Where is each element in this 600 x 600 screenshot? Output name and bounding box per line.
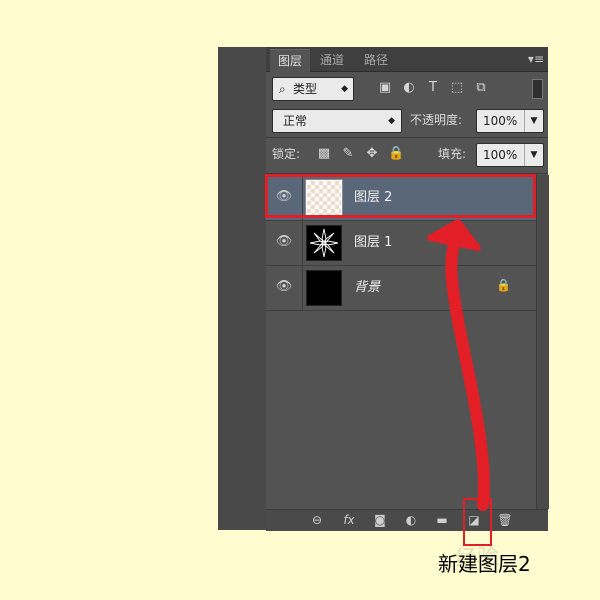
fill-value: 100% — [483, 148, 518, 162]
tab-layers[interactable]: 图层 — [270, 49, 311, 72]
tab-paths[interactable]: 路径 — [356, 49, 396, 71]
layers-scrollbar[interactable] — [536, 175, 549, 509]
opacity-field[interactable]: 100% ▼ — [476, 109, 544, 133]
fx-icon[interactable]: fx — [340, 512, 358, 529]
tab-channels[interactable]: 通道 — [312, 49, 352, 71]
filter-row: ⌕ 类型 ◆ ▣ ◐ T ⬚ ⧉ — [272, 77, 543, 101]
lock-row: 锁定: ▩ ✎ ✥ 🔒 填充: 100% ▼ — [272, 143, 544, 167]
filter-type-label: 类型 — [293, 82, 318, 96]
eye-icon[interactable]: 👁 — [272, 277, 296, 297]
smart-object-filter-icon[interactable]: ⧉ — [472, 79, 490, 97]
opacity-value: 100% — [483, 114, 518, 128]
layers-panel-window: 图层 通道 路径 ▾≡ ⌕ 类型 ◆ ▣ ◐ T ⬚ ⧉ 正常 ◆ 不透明度: … — [218, 47, 549, 531]
select-arrows-icon: ◆ — [341, 84, 348, 94]
divider — [302, 220, 303, 265]
adjustment-filter-icon[interactable]: ◐ — [400, 79, 418, 97]
folder-icon[interactable]: ▬ — [433, 512, 451, 529]
adjustment-icon[interactable]: ◐ — [402, 512, 420, 529]
panel-menu-icon[interactable]: ▾≡ — [528, 52, 544, 66]
divider — [302, 265, 303, 310]
highlight-box-layer-2 — [265, 174, 536, 218]
link-icon[interactable]: ⊖ — [308, 512, 326, 529]
lock-position-icon[interactable]: ✥ — [364, 146, 380, 162]
lock-image-icon[interactable]: ✎ — [340, 146, 356, 162]
divider — [266, 137, 548, 138]
lock-icon: 🔒 — [496, 278, 511, 292]
chevron-down-icon[interactable]: ▼ — [524, 110, 543, 132]
panel-dock-strip — [218, 47, 267, 530]
trash-icon[interactable]: 🗑 — [496, 512, 514, 529]
lock-transparent-icon[interactable]: ▩ — [316, 146, 332, 162]
flower-thumbnail-icon — [309, 228, 339, 258]
blend-row: 正常 ◆ 不透明度: 100% ▼ — [272, 109, 544, 133]
image-filter-icon[interactable]: ▣ — [376, 79, 394, 97]
fill-label: 填充: — [438, 147, 467, 161]
opacity-label: 不透明度: — [410, 113, 463, 127]
layer-thumbnail — [306, 225, 342, 261]
layer-thumbnail — [306, 270, 342, 306]
layer-name[interactable]: 图层 1 — [354, 220, 392, 265]
mask-icon[interactable]: ◙ — [371, 512, 389, 529]
caption-text: 新建图层2 — [438, 552, 531, 576]
type-filter-icon[interactable]: T — [424, 79, 442, 97]
layers-panel: 图层 通道 路径 ▾≡ ⌕ 类型 ◆ ▣ ◐ T ⬚ ⧉ 正常 ◆ 不透明度: … — [266, 47, 549, 531]
layers-bottom-toolbar: ⊖ fx ◙ ◐ ▬ ◪ 🗑 — [266, 509, 548, 531]
lock-label: 锁定: — [272, 147, 301, 161]
blend-mode-select[interactable]: 正常 ◆ — [272, 109, 402, 133]
eye-icon[interactable]: 👁 — [272, 232, 296, 252]
blend-mode-label: 正常 — [283, 114, 308, 128]
select-arrows-icon: ◆ — [388, 116, 395, 126]
lock-all-icon[interactable]: 🔒 — [388, 146, 404, 162]
layer-row-layer-1[interactable]: 👁 图层 1 — [266, 220, 536, 266]
layers-list: 👁 图层 2 👁 图层 1 👁 背景 🔒 — [266, 175, 536, 509]
layer-row-background[interactable]: 👁 背景 🔒 — [266, 265, 536, 311]
shape-filter-icon[interactable]: ⬚ — [448, 79, 466, 97]
panel-tabs: 图层 通道 路径 ▾≡ — [266, 47, 548, 72]
filter-toggle-switch[interactable] — [532, 79, 543, 99]
layer-name[interactable]: 背景 — [354, 265, 380, 310]
chevron-down-icon[interactable]: ▼ — [524, 144, 543, 166]
fill-field[interactable]: 100% ▼ — [476, 143, 544, 167]
filter-type-select[interactable]: ⌕ 类型 ◆ — [272, 77, 354, 101]
search-icon: ⌕ — [279, 82, 286, 96]
